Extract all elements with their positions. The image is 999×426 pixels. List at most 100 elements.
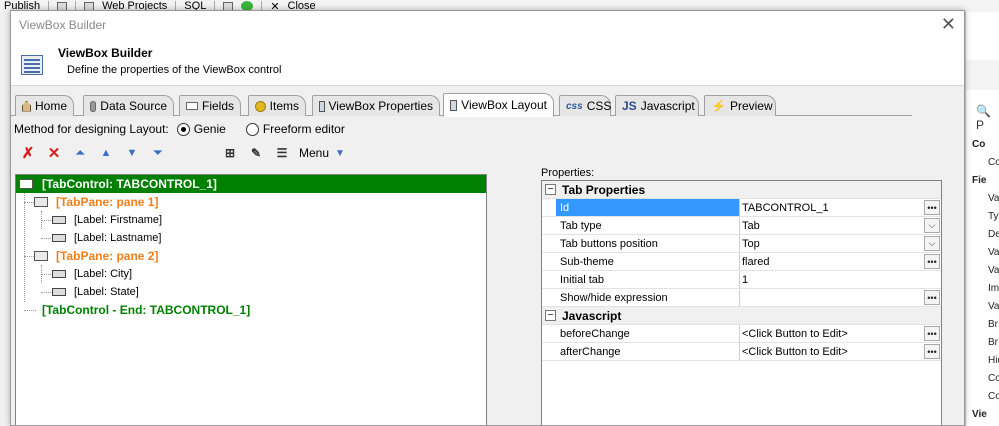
property-value[interactable]: TABCONTROL_1: [740, 199, 924, 216]
move-bottom-icon[interactable]: ⏷: [149, 144, 167, 162]
property-value[interactable]: 1: [740, 271, 941, 288]
label-control-icon: [52, 288, 66, 296]
tab-viewbox-layout[interactable]: ViewBox Layout: [443, 93, 554, 117]
delete-all-icon[interactable]: ✗: [19, 144, 37, 162]
viewbox-builder-icon: [21, 55, 43, 75]
tree-node-tabcontrol-end[interactable]: [TabControl - End: TABCONTROL_1]: [42, 301, 250, 319]
freeform-radio-label[interactable]: Freeform editor: [263, 122, 345, 136]
property-row-sub-theme[interactable]: Sub-theme flared •••: [542, 253, 941, 271]
tab-label: Fields: [201, 99, 234, 113]
tab-viewbox-properties[interactable]: ViewBox Properties: [312, 95, 440, 116]
tree-node-pane2[interactable]: [TabPane: pane 2]: [34, 247, 158, 265]
layout-method-label: Method for designing Layout:: [14, 122, 169, 136]
collapse-icon[interactable]: −: [545, 184, 556, 195]
layout-toolbar: ✗ ✕ ⏶ ▲ ▼ ⏷ ⊞ ✎ ☰ Menu ▼: [19, 143, 345, 163]
property-row-id[interactable]: Id TABCONTROL_1 •••: [542, 199, 941, 217]
property-value[interactable]: flared: [740, 253, 924, 270]
tab-preview[interactable]: ⚡ Preview: [704, 95, 776, 116]
property-row-after-change[interactable]: afterChange <Click Button to Edit> •••: [542, 343, 941, 361]
tree-node-label: [TabPane: pane 2]: [56, 249, 159, 263]
folder-icon: [19, 179, 33, 189]
category-label: Javascript: [562, 308, 622, 323]
tree-node-label: [TabControl: TABCONTROL_1]: [42, 177, 217, 191]
ellipsis-button[interactable]: •••: [924, 290, 940, 305]
insert-item-icon[interactable]: ⊞: [221, 144, 239, 162]
property-name: Sub-theme: [556, 253, 740, 270]
property-row-initial-tab[interactable]: Initial tab 1: [542, 271, 941, 289]
background-search-text: P: [976, 118, 985, 132]
tab-home[interactable]: Home: [15, 95, 74, 116]
property-row-tab-type[interactable]: Tab type Tab ⌵: [542, 217, 941, 235]
tree-node-label-firstname[interactable]: [Label: Firstname]: [52, 211, 162, 229]
property-name: Tab buttons position: [556, 235, 740, 252]
tab-properties-category[interactable]: − Tab Properties: [542, 181, 941, 199]
background-properties-panel: 🔍 P CoCoFieVaTyDeVaVaImVaBrBrHidCoCoVieH…: [965, 12, 999, 426]
property-row-show-hide-expression[interactable]: Show/hide expression •••: [542, 289, 941, 307]
tree-connector: [41, 220, 51, 221]
tree-node-label: [TabPane: pane 1]: [56, 195, 159, 209]
tab-label: ViewBox Properties: [328, 99, 434, 113]
javascript-category[interactable]: − Javascript: [542, 307, 941, 325]
database-icon: [90, 100, 97, 112]
tab-label: CSS: [586, 99, 612, 113]
tree-connector: [41, 274, 51, 275]
genie-radio-label[interactable]: Genie: [194, 122, 226, 136]
ellipsis-button[interactable]: •••: [924, 254, 940, 269]
layout-tree[interactable]: [TabControl: TABCONTROL_1] [TabPane: pan…: [15, 174, 487, 425]
home-icon: [22, 100, 31, 112]
tab-items[interactable]: Items: [248, 95, 306, 116]
background-property-row: Co: [988, 391, 999, 402]
background-property-row: Br: [988, 319, 998, 330]
property-value[interactable]: <Click Button to Edit>: [740, 343, 924, 360]
tab-label: Javascript: [640, 99, 695, 113]
move-down-icon[interactable]: ▼: [123, 144, 141, 162]
tree-node-label-lastname[interactable]: [Label: Lastname]: [52, 229, 161, 247]
tab-css[interactable]: css CSS: [559, 95, 611, 116]
freeform-radio[interactable]: [245, 122, 259, 136]
tree-node-label-city[interactable]: [Label: City]: [52, 265, 132, 283]
collapse-icon[interactable]: −: [545, 310, 556, 321]
property-value[interactable]: Tab: [740, 217, 924, 234]
close-button[interactable]: ✕: [941, 15, 956, 33]
folder-icon: [34, 251, 48, 261]
ellipsis-button[interactable]: •••: [924, 200, 940, 215]
property-value[interactable]: <Click Button to Edit>: [740, 325, 924, 342]
preview-icon: ⚡: [711, 99, 726, 113]
background-search[interactable]: 🔍 P: [976, 104, 999, 132]
edit-item-icon[interactable]: ✎: [247, 144, 265, 162]
tab-label: Preview: [729, 99, 773, 113]
move-up-icon[interactable]: ▲: [97, 144, 115, 162]
menu-button[interactable]: Menu ▼: [299, 146, 345, 160]
tree-connector: [41, 238, 51, 239]
tree-node-tabcontrol[interactable]: [TabControl: TABCONTROL_1]: [16, 175, 486, 193]
chevron-down-icon[interactable]: ⌵: [924, 236, 940, 251]
folder-icon: [34, 197, 48, 207]
property-value[interactable]: [740, 289, 924, 306]
ellipsis-button[interactable]: •••: [924, 326, 940, 341]
background-property-row: Va: [988, 247, 999, 258]
move-top-icon[interactable]: ⏶: [71, 144, 89, 162]
genie-radio[interactable]: [176, 122, 190, 136]
tree-node-label-state[interactable]: [Label: State]: [52, 283, 139, 301]
tree-node-pane1[interactable]: [TabPane: pane 1]: [34, 193, 158, 211]
property-name: Show/hide expression: [556, 289, 740, 306]
list-icon[interactable]: ☰: [273, 144, 291, 162]
tab-label: Home: [34, 99, 67, 113]
property-grid[interactable]: − Tab Properties Id TABCONTROL_1 ••• Tab…: [541, 180, 942, 425]
property-row-before-change[interactable]: beforeChange <Click Button to Edit> •••: [542, 325, 941, 343]
tab-javascript[interactable]: JS Javascript: [615, 95, 699, 116]
css-icon: css: [566, 100, 583, 112]
chevron-down-icon[interactable]: ⌵: [924, 218, 940, 233]
property-name: beforeChange: [556, 325, 740, 342]
tab-fields[interactable]: Fields: [179, 95, 241, 116]
category-label: Tab Properties: [562, 182, 646, 197]
delete-icon[interactable]: ✕: [45, 144, 63, 162]
ellipsis-button[interactable]: •••: [924, 344, 940, 359]
tree-node-label: [Label: Firstname]: [74, 214, 163, 226]
property-row-tab-buttons-position[interactable]: Tab buttons position Top ⌵: [542, 235, 941, 253]
tab-data-source[interactable]: Data Source: [83, 95, 174, 116]
background-panel-toolbar: [966, 60, 999, 90]
property-value[interactable]: Top: [740, 235, 924, 252]
tree-node-label: [Label: State]: [74, 286, 139, 298]
background-property-row: De: [988, 229, 999, 240]
